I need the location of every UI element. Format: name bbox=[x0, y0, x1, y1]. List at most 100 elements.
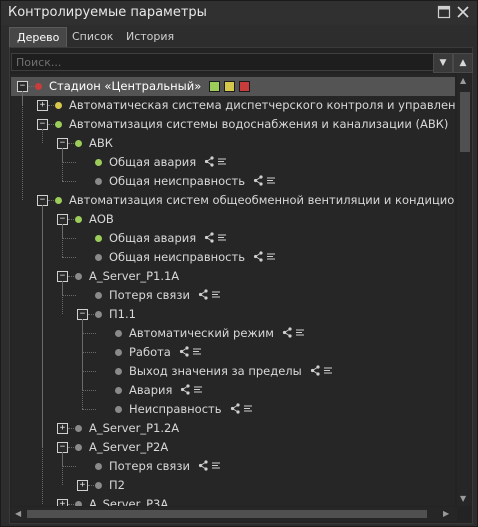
tree-node[interactable]: Общая авария bbox=[11, 229, 455, 248]
share-icon[interactable] bbox=[253, 175, 279, 189]
tree-connector bbox=[88, 485, 94, 486]
share-icon[interactable] bbox=[253, 251, 279, 265]
status-yellow-icon bbox=[55, 102, 62, 109]
status-gray-icon bbox=[95, 482, 102, 489]
tree-connector bbox=[62, 181, 76, 182]
tree-node[interactable]: Потеря связи bbox=[11, 286, 455, 305]
tree-node[interactable]: Автоматический режим bbox=[11, 324, 455, 343]
tree-connector bbox=[48, 200, 54, 201]
share-icon[interactable] bbox=[310, 365, 336, 379]
tree-node-label: П2 bbox=[109, 478, 125, 492]
tab-tree[interactable]: Дерево bbox=[9, 27, 68, 48]
scroll-right-arrow-icon[interactable]: ▶ bbox=[443, 509, 449, 518]
status-badge-yellow bbox=[224, 81, 235, 92]
tree-node-label: Выход значения за пределы bbox=[129, 364, 302, 378]
tree-connector bbox=[68, 143, 74, 144]
tree-node[interactable]: − П1.1 bbox=[11, 305, 455, 324]
share-icon[interactable] bbox=[198, 460, 224, 474]
scroll-up-arrow-icon[interactable]: ▲ bbox=[460, 76, 466, 85]
status-green-icon bbox=[95, 159, 102, 166]
status-gray-icon bbox=[95, 311, 102, 318]
share-icon[interactable] bbox=[230, 403, 256, 417]
share-icon[interactable] bbox=[198, 289, 224, 303]
tree-node-label: АОВ bbox=[89, 212, 114, 226]
tree-connector bbox=[62, 257, 76, 258]
tree-node[interactable]: + A_Server_P1.2A bbox=[11, 419, 455, 438]
share-icon[interactable] bbox=[282, 327, 308, 341]
tree-connector bbox=[82, 390, 96, 391]
tree-node-label: Авария bbox=[129, 383, 173, 397]
tree-connector bbox=[82, 409, 96, 410]
scroll-left-arrow-icon[interactable]: ◀ bbox=[15, 509, 21, 518]
status-gray-icon bbox=[95, 292, 102, 299]
tree-node[interactable]: Общая неисправность bbox=[11, 172, 455, 191]
status-gray-icon bbox=[115, 330, 122, 337]
tree-node[interactable]: + Автоматическая система диспетчерского к… bbox=[11, 96, 455, 115]
tree-node[interactable]: − A_Server_P2A bbox=[11, 438, 455, 457]
tab-state-history[interactable]: История состояний bbox=[119, 27, 193, 63]
status-green-icon bbox=[55, 197, 62, 204]
expand-icon[interactable]: + bbox=[57, 423, 68, 434]
status-green-icon bbox=[75, 140, 82, 147]
tree-connector bbox=[62, 238, 76, 239]
tree-node[interactable]: Выход значения за пределы bbox=[11, 362, 455, 381]
tree-node-label: Стадион «Центральный» bbox=[49, 79, 202, 93]
tree-connector bbox=[88, 314, 94, 315]
tree-node[interactable]: Неисправность bbox=[11, 400, 455, 419]
horizontal-scroll-thumb[interactable] bbox=[27, 510, 427, 518]
tree-connector bbox=[62, 295, 76, 296]
tree-node-label: A_Server_P2A bbox=[89, 440, 169, 454]
expand-icon[interactable]: + bbox=[37, 100, 48, 111]
tree-connector bbox=[68, 428, 74, 429]
status-gray-icon bbox=[95, 178, 102, 185]
tree-node[interactable]: + П2 bbox=[11, 476, 455, 495]
expand-icon[interactable]: + bbox=[57, 499, 68, 506]
share-icon[interactable] bbox=[204, 156, 230, 170]
vertical-scrollbar[interactable]: ▲ ▼ bbox=[457, 74, 471, 506]
status-gray-icon bbox=[75, 273, 82, 280]
tree-node[interactable]: Потеря связи bbox=[11, 457, 455, 476]
tree-node[interactable]: Работа bbox=[11, 343, 455, 362]
vertical-scroll-thumb[interactable] bbox=[460, 92, 470, 152]
tree-node[interactable]: − A_Server_P1.1A bbox=[11, 267, 455, 286]
tree-node-label: Общая неисправность bbox=[109, 174, 245, 188]
arrow-up-icon[interactable]: ▲ bbox=[453, 53, 473, 73]
tree-node[interactable]: + A_Server_P3A bbox=[11, 495, 455, 506]
status-gray-icon bbox=[95, 463, 102, 470]
share-icon[interactable] bbox=[179, 346, 205, 360]
share-icon[interactable] bbox=[180, 384, 206, 398]
search-input[interactable] bbox=[11, 53, 439, 71]
tree-node[interactable]: − Стадион «Центральный» bbox=[11, 77, 455, 96]
status-gray-icon bbox=[115, 368, 122, 375]
tree-node[interactable]: − АВК bbox=[11, 134, 455, 153]
scroll-down-arrow-icon[interactable]: ▼ bbox=[460, 494, 466, 503]
share-icon[interactable] bbox=[204, 232, 230, 246]
expand-icon[interactable]: + bbox=[77, 480, 88, 491]
tree-node-label: Автоматическая система диспетчерского ко… bbox=[69, 98, 455, 112]
controlled-parameters-window: Контролируемые параметры Дерево Список И… bbox=[0, 0, 478, 527]
horizontal-scrollbar[interactable]: ◀ ▶ bbox=[11, 507, 457, 521]
tree-connector bbox=[62, 148, 63, 181]
tree-connector bbox=[82, 333, 96, 334]
status-gray-icon bbox=[75, 501, 82, 506]
tree-connector bbox=[82, 352, 96, 353]
tree-node[interactable]: Авария bbox=[11, 381, 455, 400]
restore-icon[interactable] bbox=[437, 5, 453, 21]
tree-connector bbox=[68, 447, 74, 448]
tree-connector bbox=[42, 205, 43, 504]
tree-node-label: A_Server_P3A bbox=[89, 497, 169, 506]
tree-node[interactable]: Общая авария bbox=[11, 153, 455, 172]
arrow-down-icon[interactable]: ▼ bbox=[433, 53, 453, 73]
tree-node[interactable]: − Автоматизация системы водоснабжения и к… bbox=[11, 115, 455, 134]
status-gray-icon bbox=[115, 349, 122, 356]
tab-list[interactable]: Список bbox=[65, 27, 120, 47]
status-gray-icon bbox=[115, 406, 122, 413]
tree-connector bbox=[62, 452, 63, 485]
tree-node[interactable]: − Автоматизация систем общеобменной венти… bbox=[11, 191, 455, 210]
tree-node-label: П1.1 bbox=[109, 307, 136, 321]
close-icon[interactable] bbox=[456, 5, 472, 21]
tree-connector bbox=[62, 466, 76, 467]
tree-connector bbox=[62, 162, 76, 163]
tree-node[interactable]: − АОВ bbox=[11, 210, 455, 229]
tree-node[interactable]: Общая неисправность bbox=[11, 248, 455, 267]
